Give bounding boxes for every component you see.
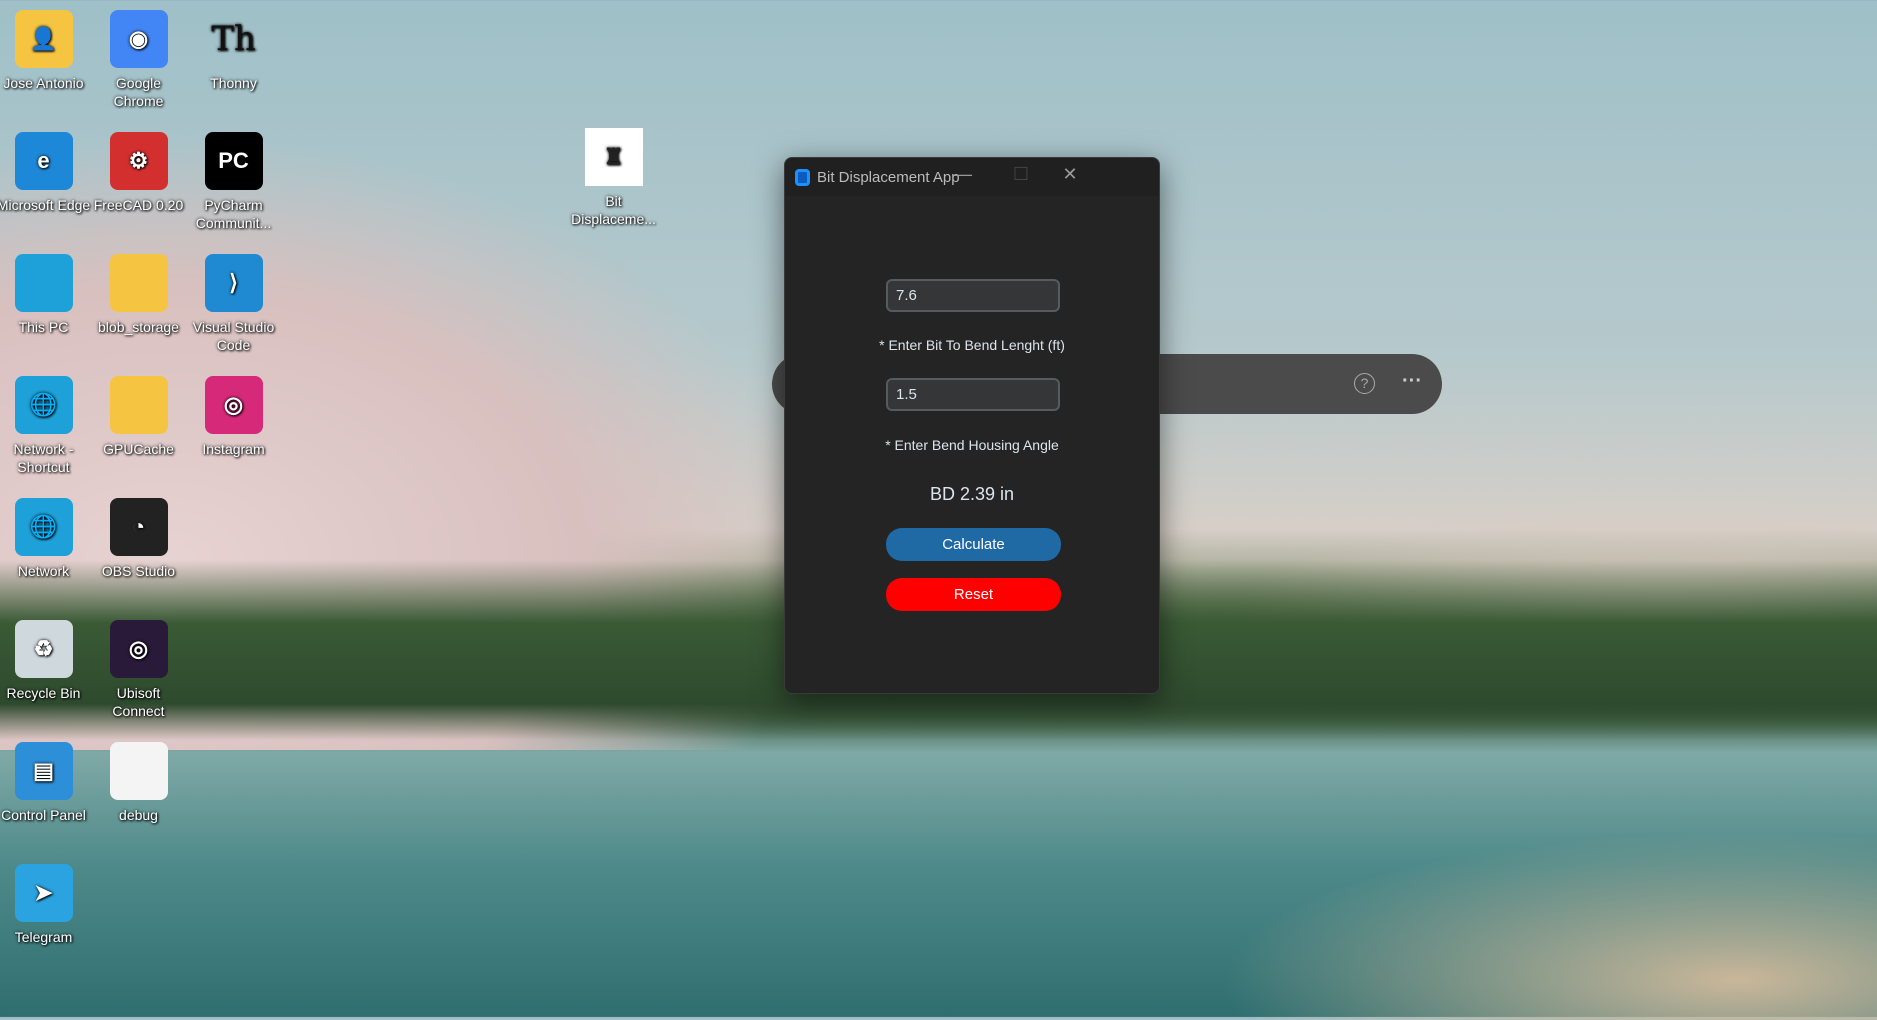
title-bar[interactable]: Bit Displacement App — ☐ ✕ <box>785 158 1159 196</box>
bend-housing-angle-input[interactable] <box>886 378 1060 411</box>
desktop-icon[interactable]: debug <box>91 742 186 824</box>
desktop-icon-label: This PC <box>18 319 69 335</box>
desktop-icon-label: GPUCache <box>103 441 174 457</box>
desktop-icon[interactable]: 👤 Jose Antonio <box>0 10 91 92</box>
bend-housing-angle-label: * Enter Bend Housing Angle <box>885 437 1059 453</box>
folder-icon <box>109 376 168 434</box>
desktop-icon[interactable]: ◔ OBS Studio <box>91 498 186 580</box>
chrome-icon: ◉ <box>109 10 168 68</box>
desktop-icon-label: debug <box>119 807 158 823</box>
bit-to-bend-length-input[interactable] <box>886 279 1060 312</box>
desktop-icon[interactable]: blob_storage <box>91 254 186 336</box>
control-panel-icon: ▤ <box>14 742 73 800</box>
folder-icon <box>109 254 168 312</box>
obs-icon: ◔ <box>109 498 168 556</box>
desktop-icon-label: Visual Studio Code <box>192 319 275 353</box>
wallpaper-shore <box>1177 820 1877 1020</box>
desktop-icon-label: Ubisoft Connect <box>112 685 165 719</box>
desktop-icon-label: PyCharm Communit... <box>195 197 272 231</box>
ubisoft-icon: ◎ <box>109 620 168 678</box>
network-icon: 🌐 <box>14 498 73 556</box>
desktop-icon[interactable]: ⟩ Visual Studio Code <box>186 254 281 354</box>
telegram-icon: ➤ <box>14 864 73 922</box>
maximize-button[interactable]: ☐ <box>1001 164 1041 190</box>
desktop-icon-label: FreeCAD 0.20 <box>93 197 184 213</box>
desktop-icon-label: Bit Displaceme... <box>571 193 656 227</box>
window-title: Bit Displacement App <box>817 168 960 186</box>
pycharm-icon: PC <box>204 132 263 190</box>
close-button[interactable]: ✕ <box>1050 164 1090 190</box>
desktop-icon-label: Recycle Bin <box>6 685 81 701</box>
desktop-icon[interactable]: ▤ Control Panel <box>0 742 91 824</box>
drilling-rig-icon: ♜ <box>584 128 643 186</box>
desktop-icon[interactable]: ♻ Recycle Bin <box>0 620 91 702</box>
desktop-icon[interactable]: Th Thonny <box>186 10 281 92</box>
result-label: BD 2.39 in <box>929 484 1015 504</box>
network-icon: 🌐 <box>14 376 73 434</box>
desktop-icon[interactable]: 🌐 Network - Shortcut <box>0 376 91 476</box>
thonny-icon: Th <box>211 19 256 59</box>
desktop-icon-label: blob_storage <box>98 319 179 335</box>
desktop-icon[interactable]: PC PyCharm Communit... <box>186 132 281 232</box>
desktop-icon-label: Network <box>17 563 70 579</box>
desktop-icon-label: Google Chrome <box>113 75 164 109</box>
desktop-icon[interactable]: ◉ Google Chrome <box>91 10 186 110</box>
instagram-icon: ◎ <box>204 376 263 434</box>
desktop-icon[interactable]: 🌐 Network <box>0 498 91 580</box>
desktop-icon-label: Control Panel <box>1 807 86 823</box>
calculate-button[interactable]: Calculate <box>886 528 1061 561</box>
edge-icon: e <box>14 132 73 190</box>
desktop-icon-label: Network - Shortcut <box>13 441 74 475</box>
desktop-icon[interactable]: ➤ Telegram <box>0 864 91 946</box>
desktop-icon-label: Telegram <box>14 929 73 945</box>
desktop-icon[interactable]: ♜ Bit Displaceme... <box>566 128 661 228</box>
help-icon[interactable]: ? <box>1354 373 1375 394</box>
freecad-icon: ⚙ <box>109 132 168 190</box>
desktop-icon-label: Thonny <box>210 75 257 91</box>
desktop-icon-label: OBS Studio <box>101 563 176 579</box>
more-options-icon[interactable]: ··· <box>1402 370 1422 393</box>
vscode-icon: ⟩ <box>204 254 263 312</box>
desktop-icon[interactable]: ⚙ FreeCAD 0.20 <box>91 132 186 214</box>
app-icon <box>795 168 810 186</box>
desktop-icon[interactable]: ◎ Ubisoft Connect <box>91 620 186 720</box>
desktop-icon-label: Instagram <box>202 441 265 457</box>
bit-displacement-window: Bit Displacement App — ☐ ✕ * Enter Bit T… <box>784 157 1160 694</box>
bit-to-bend-length-label: * Enter Bit To Bend Lenght (ft) <box>879 337 1065 353</box>
text-file-icon <box>109 742 168 800</box>
minimize-button[interactable]: — <box>943 164 983 190</box>
desktop-icon[interactable]: ◎ Instagram <box>186 376 281 458</box>
computer-icon <box>14 254 73 312</box>
desktop-icon[interactable]: e Microsoft Edge <box>0 132 91 214</box>
user-folder-icon: 👤 <box>14 10 73 68</box>
desktop-icon-label: Microsoft Edge <box>0 197 91 213</box>
reset-button[interactable]: Reset <box>886 578 1061 611</box>
desktop-icon[interactable]: GPUCache <box>91 376 186 458</box>
desktop-icon[interactable]: This PC <box>0 254 91 336</box>
desktop-icon-label: Jose Antonio <box>3 75 84 91</box>
recycle-bin-icon: ♻ <box>14 620 73 678</box>
